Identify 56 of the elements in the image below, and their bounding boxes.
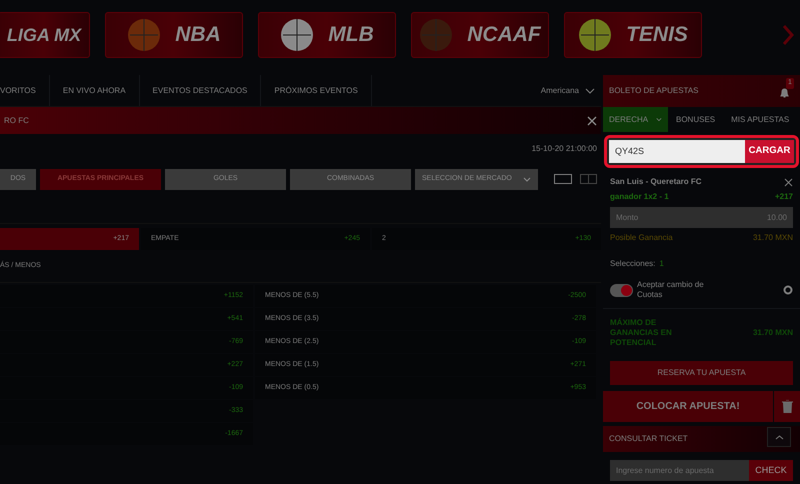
selections-label: Selecciones: [610, 258, 656, 270]
nav-tab[interactable]: VORITOS [0, 75, 50, 106]
ring-icon [783, 285, 793, 295]
football-icon [419, 18, 454, 52]
check-ticket-title: CONSULTAR TICKET [609, 433, 688, 445]
close-icon[interactable] [587, 116, 597, 126]
toggle-switch[interactable] [610, 284, 633, 296]
baseball-icon [280, 18, 314, 52]
close-icon[interactable] [784, 178, 793, 186]
bet-slip-tab[interactable]: MIS APUESTAS [723, 107, 798, 132]
single-column-icon[interactable] [554, 174, 572, 184]
amount-field[interactable]: Monto 10.00 [610, 207, 793, 228]
event-date: 15-10-20 21:00:00 [532, 143, 597, 155]
code-input[interactable]: QY42S [609, 140, 745, 163]
match-name: San Luis - Queretaro FC [610, 176, 702, 188]
reserve-button[interactable]: RESERVA TU APUESTA [610, 361, 793, 385]
chevron-up-icon [774, 434, 784, 440]
selections-count: 1 [659, 258, 664, 270]
toggle-label: Aceptar cambio de Cuotas [637, 280, 705, 300]
sport-label: LIGA MX [6, 24, 82, 46]
bet-slip-tab[interactable]: DERECHA [603, 107, 668, 132]
max-win-label: MÁXIMO DE GANANCIAS EN POTENCIAL [610, 318, 673, 348]
chevron-down-icon[interactable] [585, 88, 595, 94]
nav-tab[interactable]: PRÓXIMOS EVENTOS [261, 75, 372, 106]
event-title: RO FC [4, 114, 29, 126]
tennis-ball-icon [578, 18, 612, 52]
odds-format-select[interactable]: Americana [540, 84, 579, 96]
nav-tab[interactable]: EN VIVO AHORA [50, 75, 140, 106]
selection-odds: +217 [774, 191, 793, 203]
bet-slip-title: BOLETO DE APUESTAS [609, 85, 699, 97]
trash-icon [782, 400, 792, 413]
sport-label: MLB [328, 22, 374, 48]
sport-banner[interactable]: NBA [105, 12, 243, 58]
sport-label: TENIS [626, 22, 688, 48]
chevron-down-icon[interactable] [656, 117, 662, 122]
chevron-down-icon [523, 176, 531, 182]
delete-button[interactable] [774, 391, 800, 422]
load-button[interactable]: CARGAR [745, 140, 794, 163]
max-win-value: 31.70 MXN [752, 327, 793, 339]
bet-slip-tab[interactable]: BONUSES [668, 107, 724, 132]
sport-label: NBA [175, 22, 221, 48]
selection-name: ganador 1x2 - 1 [610, 191, 669, 203]
sport-banner[interactable]: NCAAF [411, 12, 549, 58]
nav-tab[interactable]: EVENTOS DESTACADOS [140, 75, 262, 106]
sport-banner[interactable]: TENIS [564, 12, 702, 58]
place-bet-button[interactable]: COLOCAR APUESTA! [603, 391, 773, 422]
basketball-icon [127, 18, 162, 52]
win-value: 31.70 MXN [752, 232, 793, 244]
check-button[interactable]: CHECK [749, 460, 793, 481]
ticket-number-input[interactable]: Ingrese numero de apuesta [610, 460, 749, 481]
sport-banner[interactable]: MLB [258, 12, 396, 58]
bell-icon[interactable] [780, 88, 789, 98]
win-label: Posible Ganancia [610, 232, 673, 244]
two-column-icon[interactable] [580, 174, 597, 184]
sport-label: NCAAF [467, 22, 541, 48]
sport-banner[interactable]: LIGA MX [0, 12, 90, 58]
